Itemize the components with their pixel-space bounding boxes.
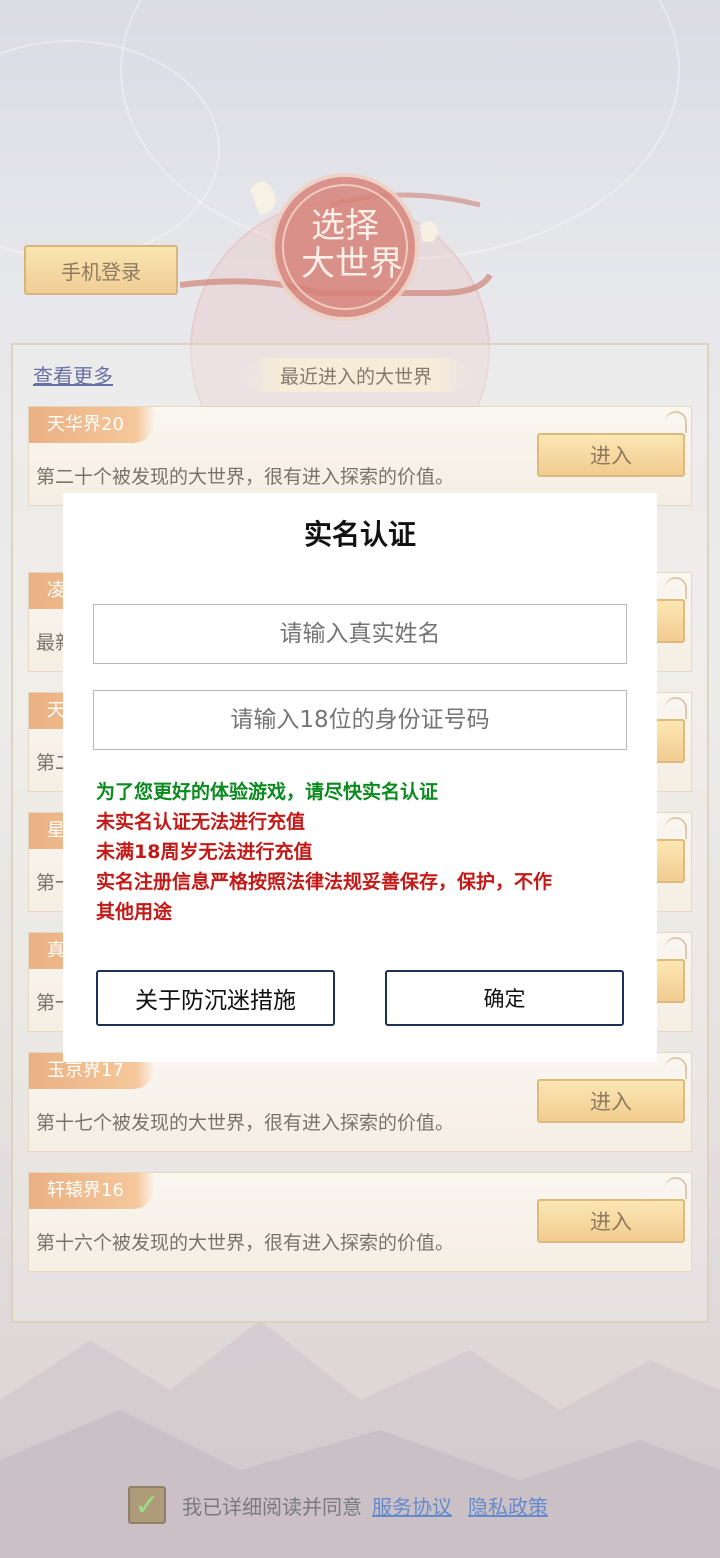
notice-privacy-line1: 实名注册信息严格按照法律法规妥善保存，保护，不作 (96, 871, 553, 893)
anti-addiction-button[interactable]: 关于防沉迷措施 (96, 970, 335, 1026)
dialog-title: 实名认证 (303, 518, 416, 551)
notice-underage: 未满18周岁无法进行充值 (96, 841, 313, 863)
real-name-input[interactable] (93, 604, 627, 664)
id-number-input[interactable] (93, 690, 627, 750)
notice-verify-prompt: 为了您更好的体验游戏，请尽快实名认证 (96, 781, 439, 803)
notice-no-recharge: 未实名认证无法进行充值 (96, 811, 306, 833)
confirm-button[interactable]: 确定 (385, 970, 624, 1026)
notice-privacy-line2: 其他用途 (96, 901, 173, 923)
real-name-verification-dialog: 实名认证 为了您更好的体验游戏，请尽快实名认证 未实名认证无法进行充值 未满18… (63, 493, 657, 1062)
